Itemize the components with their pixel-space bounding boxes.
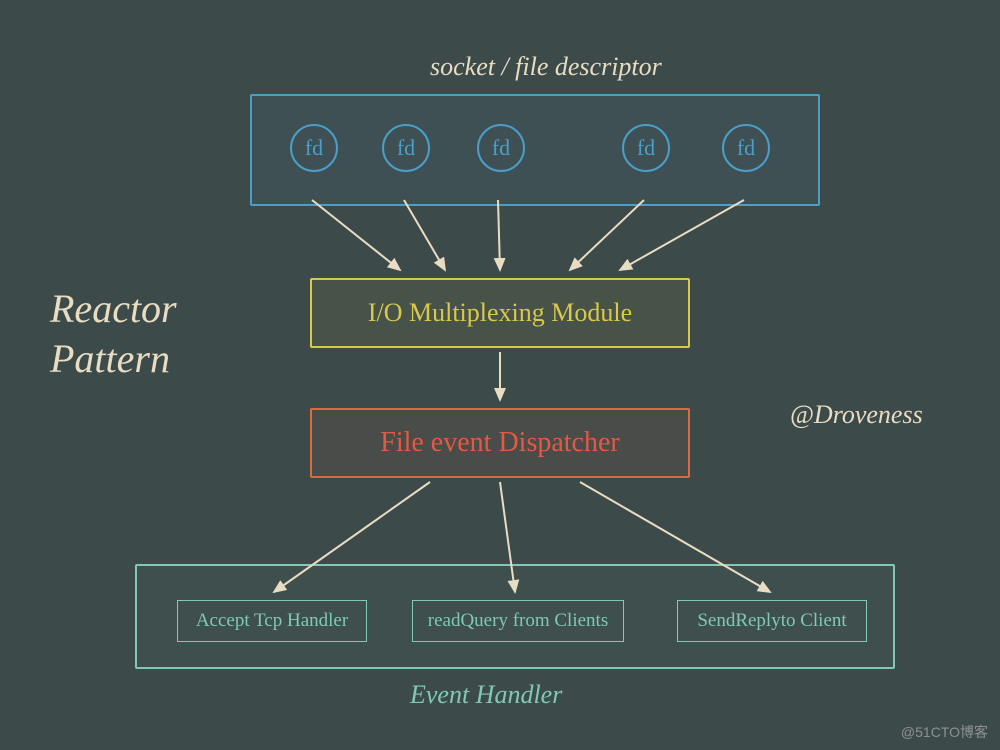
- fd-circle: fd: [722, 124, 770, 172]
- handler-accept: Accept Tcp Handler: [177, 600, 367, 642]
- dispatcher-label: File event Dispatcher: [380, 427, 619, 459]
- io-multiplexing-label: I/O Multiplexing Module: [368, 298, 632, 328]
- diagram-title-1: Reactor: [50, 285, 177, 332]
- diagram-title-2: Pattern: [50, 335, 170, 382]
- socket-label: socket / file descriptor: [430, 52, 662, 82]
- fd-circle: fd: [622, 124, 670, 172]
- event-handler-container: Accept Tcp Handler readQuery from Client…: [135, 564, 895, 669]
- event-handler-label: Event Handler: [410, 680, 562, 710]
- handler-read: readQuery from Clients: [412, 600, 624, 642]
- fd-circle: fd: [290, 124, 338, 172]
- author-label: @Droveness: [790, 400, 923, 430]
- handler-send: SendReplyto Client: [677, 600, 867, 642]
- fd-circle: fd: [382, 124, 430, 172]
- io-multiplexing-box: I/O Multiplexing Module: [310, 278, 690, 348]
- watermark: @51CTO博客: [901, 722, 988, 742]
- socket-container: fd fd fd fd fd: [250, 94, 820, 206]
- dispatcher-box: File event Dispatcher: [310, 408, 690, 478]
- fd-circle: fd: [477, 124, 525, 172]
- diagram-canvas: Reactor Pattern socket / file descriptor…: [0, 0, 1000, 750]
